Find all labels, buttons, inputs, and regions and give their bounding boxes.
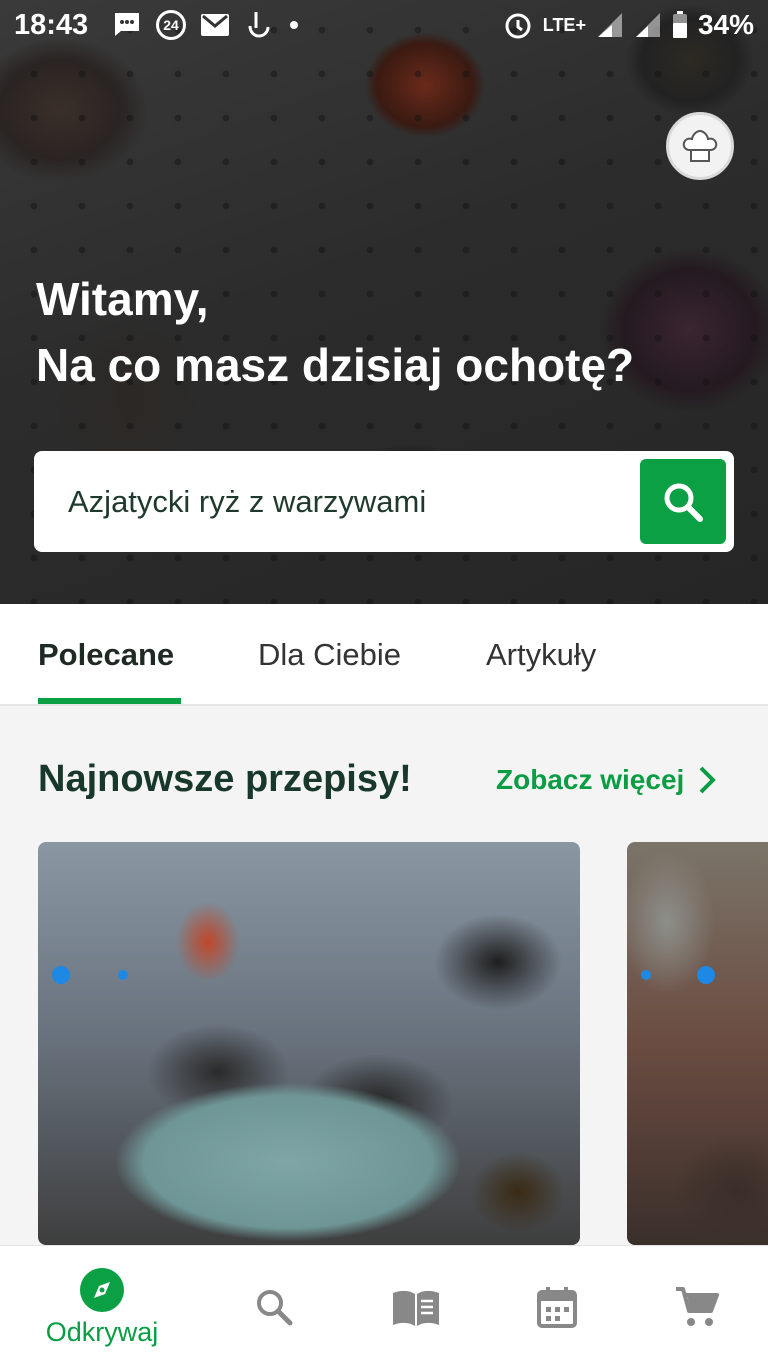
tab-dla-ciebie[interactable]: Dla Ciebie (258, 637, 401, 673)
system-icons: LTE+ 34% (503, 9, 754, 41)
badge-24-icon: 24 (156, 10, 186, 40)
nav-search[interactable] (197, 1246, 351, 1366)
book-icon (393, 1290, 439, 1326)
notification-icons: 24 (112, 10, 300, 40)
see-more-label: Zobacz więcej (496, 764, 685, 795)
touch-icon (248, 12, 270, 38)
network-type: LTE+ (542, 14, 586, 35)
greeting-line-1: Witamy, (36, 273, 209, 325)
touch-marker (52, 966, 70, 984)
greeting-line-2: Na co masz dzisiaj ochotę? (36, 339, 635, 391)
battery-level: 34% (697, 9, 754, 40)
nav-shopping-cart[interactable] (620, 1246, 768, 1366)
section-title: Najnowsze przepisy! (38, 758, 412, 800)
touch-marker (641, 970, 651, 980)
search-icon (664, 483, 703, 522)
profile-avatar-button[interactable] (666, 112, 734, 180)
signal-icon (597, 13, 622, 37)
see-more-link[interactable]: Zobacz więcej (496, 764, 717, 796)
recipe-card[interactable] (627, 842, 768, 1245)
signal-2-icon (635, 13, 660, 37)
recipe-card[interactable] (38, 842, 580, 1245)
touch-marker (118, 970, 128, 980)
calendar-icon (537, 1287, 577, 1328)
status-time: 18:43 (14, 9, 89, 41)
chevron-right-icon (699, 766, 717, 794)
nav-planner[interactable] (480, 1246, 634, 1366)
compass-icon (80, 1268, 124, 1312)
search-input[interactable]: Azjatycki ryż z warzywami (68, 484, 426, 520)
message-icon (115, 13, 139, 36)
chef-hat-icon (682, 129, 718, 162)
search-button[interactable] (640, 459, 726, 544)
touch-marker (697, 966, 715, 984)
hero-banner: 18:43 24 LTE+ 34% Witamy, Na co masz dzi… (0, 0, 768, 604)
tab-bar: Polecane Dla Ciebie Artykuły (0, 604, 768, 706)
active-tab-indicator (38, 698, 181, 704)
nav-cookbook[interactable] (339, 1246, 493, 1366)
dot-icon (290, 21, 298, 29)
bottom-navigation: Odkrywaj (0, 1245, 768, 1366)
status-bar: 18:43 24 LTE+ 34% (0, 0, 768, 52)
tab-artykuly[interactable]: Artykuły (486, 637, 596, 673)
search-icon (257, 1290, 293, 1326)
nav-discover[interactable]: Odkrywaj (25, 1246, 179, 1366)
gmail-icon (201, 14, 229, 36)
alarm-icon (505, 13, 531, 39)
cart-icon (676, 1287, 719, 1326)
recipe-search-box[interactable]: Azjatycki ryż z warzywami (34, 451, 734, 552)
battery-icon (672, 11, 687, 38)
nav-discover-label: Odkrywaj (45, 1317, 159, 1347)
greeting: Witamy, Na co masz dzisiaj ochotę? (36, 266, 634, 398)
tab-polecane[interactable]: Polecane (38, 637, 174, 673)
